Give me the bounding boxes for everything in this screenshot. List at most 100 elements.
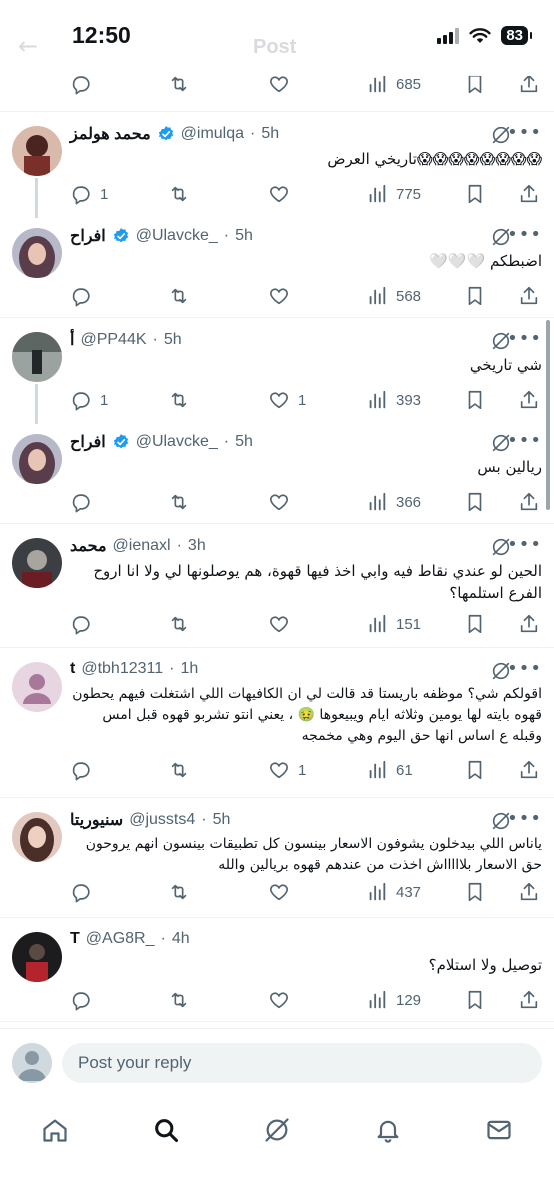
retweet-button[interactable] bbox=[168, 756, 190, 784]
tweet-item[interactable]: محمد @ienaxl · 3h ••• الحين لو عندي نقاط… bbox=[0, 524, 554, 648]
timestamp[interactable]: 5h bbox=[261, 125, 279, 143]
author-name[interactable]: محمد bbox=[70, 536, 107, 556]
reply-button[interactable] bbox=[70, 610, 92, 638]
retweet-button[interactable] bbox=[168, 180, 190, 208]
more-options-icon[interactable]: ••• bbox=[507, 430, 542, 451]
reply-button[interactable] bbox=[70, 756, 92, 784]
timestamp[interactable]: 5h bbox=[235, 227, 253, 245]
back-arrow-icon[interactable]: ← bbox=[18, 32, 38, 60]
bookmark-button[interactable] bbox=[464, 756, 486, 784]
current-user-avatar[interactable] bbox=[12, 1043, 52, 1083]
author-name[interactable]: محمد هولمز bbox=[70, 124, 151, 144]
more-options-icon[interactable]: ••• bbox=[507, 808, 542, 829]
tab-notifications[interactable] bbox=[368, 1110, 408, 1150]
share-button[interactable] bbox=[518, 878, 540, 906]
views-button[interactable]: 393 bbox=[366, 386, 421, 414]
more-options-icon[interactable]: ••• bbox=[507, 328, 542, 349]
tweet-item[interactable]: سنيوريتا @jussts4 · 5h ••• ياناس اللي بي… bbox=[0, 798, 554, 918]
views-button[interactable]: 568 bbox=[366, 282, 421, 310]
like-button[interactable] bbox=[268, 282, 290, 310]
views-button[interactable]: 366 bbox=[366, 488, 421, 516]
views-button[interactable]: 437 bbox=[366, 878, 421, 906]
share-button[interactable] bbox=[518, 986, 540, 1014]
bookmark-button[interactable] bbox=[464, 488, 486, 516]
like-button[interactable] bbox=[268, 986, 290, 1014]
reply-button[interactable] bbox=[70, 282, 92, 310]
timestamp[interactable]: 4h bbox=[172, 930, 190, 948]
share-button[interactable] bbox=[518, 386, 540, 414]
avatar[interactable] bbox=[12, 332, 62, 382]
avatar[interactable] bbox=[12, 126, 62, 176]
author-name[interactable]: أ bbox=[70, 330, 74, 350]
avatar[interactable] bbox=[12, 434, 62, 484]
more-options-icon[interactable]: ••• bbox=[507, 122, 542, 143]
like-button[interactable]: 1 bbox=[268, 756, 306, 784]
bookmark-button[interactable] bbox=[464, 878, 486, 906]
like-button[interactable]: 1 bbox=[268, 386, 306, 414]
bookmark-button[interactable] bbox=[464, 282, 486, 310]
avatar[interactable] bbox=[12, 812, 62, 862]
timestamp[interactable]: 1h bbox=[180, 660, 198, 678]
bookmark-button[interactable] bbox=[464, 610, 486, 638]
more-options-icon[interactable]: ••• bbox=[507, 658, 542, 679]
author-handle[interactable]: @imulqa bbox=[181, 125, 244, 143]
bookmark-button[interactable] bbox=[464, 180, 486, 208]
author-handle[interactable]: @PP44K bbox=[80, 331, 146, 349]
tweet-item[interactable]: t @tbh12311 · 1h ••• اقولكم شي؟ موظفه با… bbox=[0, 648, 554, 798]
tweet-item[interactable]: افراح @Ulavcke_ · 5h ••• ريالين بس 366 bbox=[0, 420, 554, 524]
author-name[interactable]: سنيوريتا bbox=[70, 810, 123, 830]
tweet-item[interactable]: أ @PP44K · 5h ••• شي تاريخي 1 1 393 bbox=[0, 318, 554, 424]
more-options-icon[interactable]: ••• bbox=[507, 534, 542, 555]
tab-search[interactable] bbox=[146, 1110, 186, 1150]
author-name[interactable]: T bbox=[70, 930, 80, 948]
author-handle[interactable]: @jussts4 bbox=[129, 811, 195, 829]
scrollbar[interactable] bbox=[546, 320, 550, 510]
avatar[interactable] bbox=[12, 228, 62, 278]
like-button[interactable] bbox=[268, 610, 290, 638]
author-handle[interactable]: @ienaxl bbox=[113, 537, 171, 555]
retweet-button[interactable] bbox=[168, 610, 190, 638]
tweet-item[interactable]: افراح @Ulavcke_ · 5h ••• اضبطكم 🤍🤍🤍 568 bbox=[0, 214, 554, 318]
share-button[interactable] bbox=[518, 282, 540, 310]
views-button[interactable]: 151 bbox=[366, 610, 421, 638]
reply-button[interactable]: 1 bbox=[70, 386, 108, 414]
like-button[interactable] bbox=[268, 180, 290, 208]
timestamp[interactable]: 5h bbox=[235, 433, 253, 451]
more-options-icon[interactable]: ••• bbox=[507, 224, 542, 245]
timestamp[interactable]: 5h bbox=[164, 331, 182, 349]
timestamp[interactable]: 5h bbox=[213, 811, 231, 829]
author-handle[interactable]: @Ulavcke_ bbox=[136, 433, 218, 451]
author-name[interactable]: افراح bbox=[70, 226, 106, 246]
tweet-item[interactable]: محمد هولمز @imulqa · 5h ••• 😱😱😱😱😱😱😱😱تاري… bbox=[0, 112, 554, 218]
retweet-button[interactable] bbox=[168, 878, 190, 906]
author-name[interactable]: افراح bbox=[70, 432, 106, 452]
like-button[interactable] bbox=[268, 878, 290, 906]
author-handle[interactable]: @AG8R_ bbox=[86, 930, 155, 948]
avatar[interactable] bbox=[12, 932, 62, 982]
share-button[interactable] bbox=[518, 610, 540, 638]
author-handle[interactable]: @tbh12311 bbox=[81, 660, 163, 678]
reply-button[interactable] bbox=[70, 986, 92, 1014]
share-button[interactable] bbox=[518, 756, 540, 784]
share-button[interactable] bbox=[518, 180, 540, 208]
retweet-button[interactable] bbox=[168, 986, 190, 1014]
bookmark-button[interactable] bbox=[464, 986, 486, 1014]
timestamp[interactable]: 3h bbox=[188, 537, 206, 555]
like-button[interactable] bbox=[268, 488, 290, 516]
tab-home[interactable] bbox=[35, 1110, 75, 1150]
retweet-button[interactable] bbox=[168, 488, 190, 516]
author-handle[interactable]: @Ulavcke_ bbox=[136, 227, 218, 245]
reply-button[interactable] bbox=[70, 488, 92, 516]
share-button[interactable] bbox=[518, 488, 540, 516]
tweet-item[interactable]: T @AG8R_ · 4h توصيل ولا استلام؟ 129 bbox=[0, 918, 554, 1022]
retweet-button[interactable] bbox=[168, 386, 190, 414]
avatar[interactable] bbox=[12, 662, 62, 712]
avatar[interactable] bbox=[12, 538, 62, 588]
bookmark-button[interactable] bbox=[464, 386, 486, 414]
views-button[interactable]: 61 bbox=[366, 756, 413, 784]
tab-grok[interactable] bbox=[257, 1110, 297, 1150]
views-button[interactable]: 129 bbox=[366, 986, 421, 1014]
reply-button[interactable] bbox=[70, 878, 92, 906]
tab-messages[interactable] bbox=[479, 1110, 519, 1150]
reply-button[interactable]: 1 bbox=[70, 180, 108, 208]
